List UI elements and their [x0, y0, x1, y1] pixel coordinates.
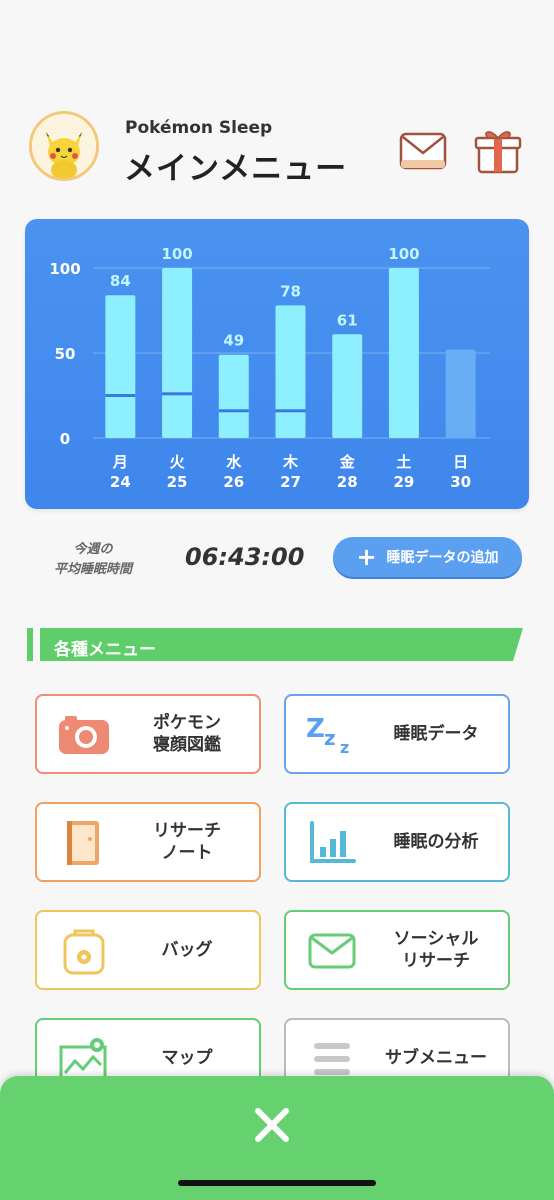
plus-icon: + — [356, 543, 377, 571]
bar — [275, 305, 306, 438]
menu-bag[interactable]: バッグ — [35, 910, 261, 990]
x-tick-date: 28 — [337, 473, 358, 491]
menu-label: 睡眠の分析 — [393, 832, 479, 852]
bar-segment-marker — [218, 409, 249, 413]
x-tick-day: 土 — [396, 453, 411, 471]
add-sleep-data-button[interactable]: + 睡眠データの追加 — [333, 537, 522, 577]
y-tick-label: 0 — [60, 430, 70, 448]
x-tick-day: 金 — [339, 453, 356, 471]
x-tick-date: 26 — [223, 473, 244, 491]
svg-text:z: z — [340, 738, 349, 757]
bar-chart-icon — [310, 821, 356, 863]
x-tick-date: 25 — [167, 473, 188, 491]
data-label: 78 — [280, 282, 301, 300]
weekly-sleep-chart[interactable]: 100 50 0 84 月 24 100 火 25 49 水 26 78 木 27 61 金 28 100 土 29 日 3… — [25, 219, 529, 509]
bar-segment-marker — [162, 392, 193, 396]
menu-label: リサーチ ノート — [153, 821, 221, 863]
zzz-icon: Z z z — [306, 714, 349, 757]
gift-button[interactable] — [470, 124, 526, 180]
x-tick-day: 水 — [226, 453, 242, 471]
svg-text:Z: Z — [306, 714, 325, 744]
pikachu-icon — [32, 114, 96, 178]
pikachu-avatar[interactable] — [29, 111, 99, 181]
data-label: 100 — [388, 245, 419, 263]
menu-research-notes[interactable]: リサーチ ノート — [35, 802, 261, 882]
bar — [105, 295, 136, 438]
close-button[interactable] — [252, 1105, 292, 1145]
bar — [218, 354, 249, 438]
x-tick-day: 日 — [453, 453, 468, 471]
x-tick-date: 29 — [393, 473, 414, 491]
menu-pokemon-sleep-style-dex[interactable]: ポケモン 寝顔図鑑 — [35, 694, 261, 774]
envelope-icon — [308, 933, 356, 969]
menu-label: 睡眠データ — [393, 724, 479, 744]
x-tick-day: 月 — [112, 453, 128, 471]
bar-segment-marker — [275, 409, 306, 413]
x-tick-date: 24 — [110, 473, 131, 491]
menu-label: ソーシャル リサーチ — [393, 929, 479, 971]
y-tick-label: 50 — [55, 345, 76, 363]
section-title: 各種メニュー — [54, 640, 156, 660]
svg-text:z: z — [324, 726, 336, 750]
mail-icon — [399, 132, 447, 170]
bar — [332, 334, 363, 438]
data-label: 49 — [223, 332, 244, 350]
gift-icon — [474, 131, 522, 174]
bar-segment-marker — [105, 394, 136, 397]
header: Pokémon Sleep メインメニュー — [0, 0, 554, 200]
average-sleep-value: 06:43:00 — [185, 543, 305, 571]
notebook-icon — [67, 821, 99, 865]
camera-icon — [59, 716, 109, 754]
average-sleep-label: 今週の 平均睡眠時間 — [53, 542, 132, 577]
home-indicator — [178, 1180, 376, 1186]
bar-chart: 100 50 0 84 月 24 100 火 25 49 水 26 78 木 27 61 金 28 100 土 29 日 3… — [49, 245, 490, 491]
bar — [388, 268, 419, 438]
bag-icon — [63, 929, 105, 975]
data-label: 100 — [161, 245, 192, 263]
mail-button[interactable] — [396, 124, 452, 180]
menu-social-research[interactable]: ソーシャル リサーチ — [284, 910, 510, 990]
close-icon — [255, 1108, 289, 1142]
menu-sleep-analysis[interactable]: 睡眠の分析 — [284, 802, 510, 882]
add-sleep-data-label: 睡眠データの追加 — [386, 550, 499, 566]
y-tick-label: 100 — [49, 260, 80, 278]
x-tick-day: 木 — [282, 453, 299, 471]
x-tick-date: 27 — [280, 473, 301, 491]
menu-sleep-data[interactable]: Z z z 睡眠データ — [284, 694, 510, 774]
menu-label: ポケモン 寝顔図鑑 — [153, 713, 221, 755]
bar — [445, 349, 476, 438]
page-title: メインメニュー — [124, 151, 348, 187]
x-tick-day: 火 — [170, 453, 186, 471]
data-label: 61 — [337, 311, 358, 329]
menu-label: バッグ — [161, 940, 213, 960]
bar — [162, 268, 193, 438]
data-label: 84 — [110, 272, 131, 290]
app-name: Pokémon Sleep — [125, 118, 273, 138]
x-tick-date: 30 — [450, 473, 471, 491]
